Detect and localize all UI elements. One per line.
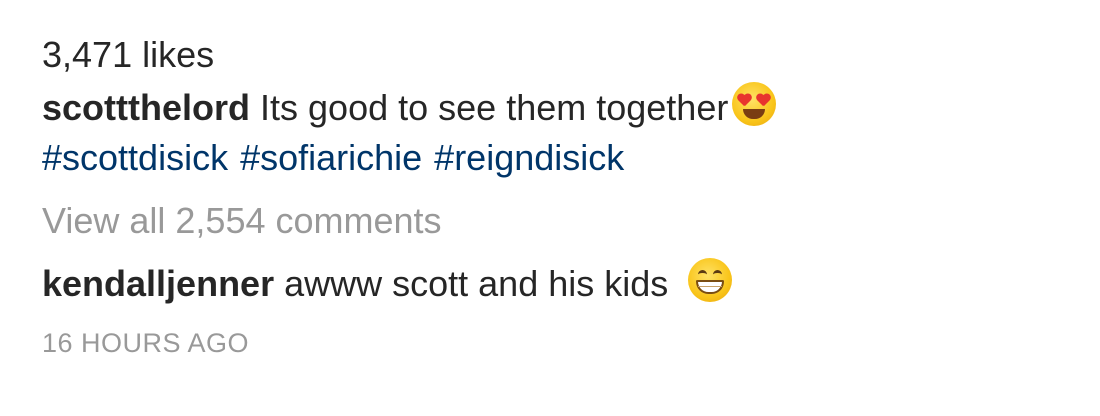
view-all-comments-link[interactable]: View all 2,554 comments (42, 191, 1062, 251)
caption: scottthelord Its good to see them togeth… (42, 82, 1062, 133)
comment-username[interactable]: kendalljenner (42, 263, 274, 304)
post-timestamp: 16 HOURS AGO (42, 328, 250, 358)
comment-text: awww scott and his kids (284, 263, 669, 304)
hashtag-link[interactable]: #scottdisick (42, 137, 228, 178)
heart-eyes-emoji-icon (732, 82, 777, 126)
caption-hashtags: #scottdisick #sofiarichie #reigndisick (42, 133, 1062, 183)
post-meta: 3,471 likes scottthelord Its good to see… (42, 30, 1062, 361)
caption-username[interactable]: scottthelord (42, 87, 250, 128)
caption-text: Its good to see them together (260, 87, 729, 128)
comment: kendalljenner awww scott and his kids (42, 251, 1062, 317)
grinning-face-emoji-icon (688, 258, 733, 302)
likes-count[interactable]: 3,471 likes (42, 30, 1062, 82)
hashtag-link[interactable]: #sofiarichie (240, 137, 422, 178)
hashtag-link[interactable]: #reigndisick (434, 137, 624, 178)
